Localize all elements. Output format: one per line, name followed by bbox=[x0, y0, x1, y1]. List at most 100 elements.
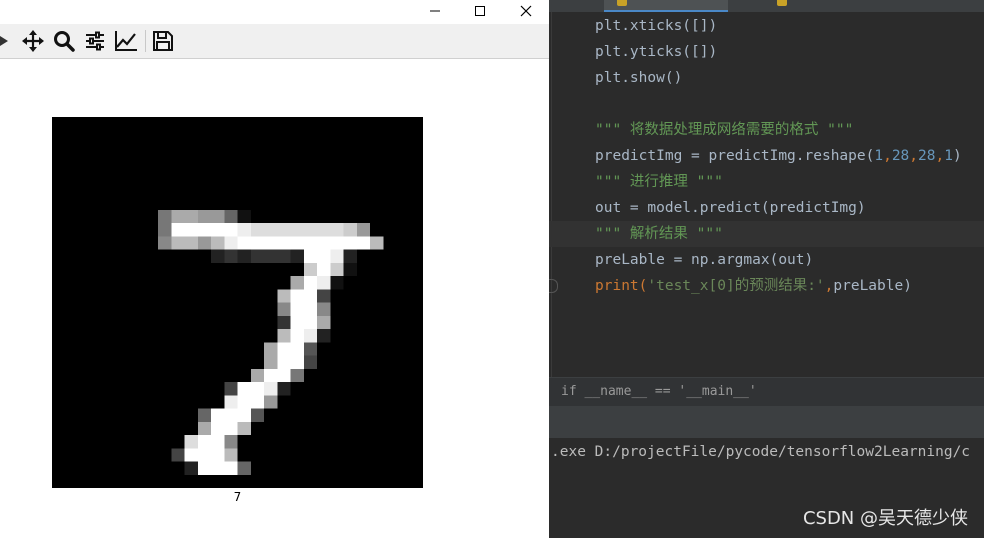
forward-button[interactable] bbox=[0, 27, 18, 55]
image-pixel bbox=[317, 302, 331, 316]
save-button[interactable] bbox=[149, 27, 177, 55]
code-line[interactable]: predictImg = predictImg.reshape(1,28,28,… bbox=[595, 143, 962, 169]
code-line[interactable]: plt.xticks([]) bbox=[595, 13, 717, 39]
editor-gutter bbox=[551, 12, 552, 377]
code-line[interactable]: plt.yticks([]) bbox=[595, 39, 717, 65]
code-token: 'test_x[0]的预测结果:' bbox=[647, 278, 825, 294]
maximize-icon bbox=[475, 6, 485, 16]
image-pixel bbox=[356, 223, 370, 237]
editor-tab-strip bbox=[549, 0, 984, 12]
image-pixel bbox=[277, 223, 291, 237]
code-token: plt.yticks([]) bbox=[595, 44, 718, 60]
breadcrumb[interactable]: if __name__ == '__main__' bbox=[549, 377, 984, 406]
code-token: """ 将数据处理成网络需要的格式 """ bbox=[595, 122, 854, 138]
image-pixel bbox=[237, 408, 251, 422]
configure-subplots-button[interactable] bbox=[81, 27, 109, 55]
image-pixel bbox=[290, 368, 304, 382]
image-pixel bbox=[264, 355, 278, 369]
maximize-button[interactable] bbox=[457, 0, 503, 22]
image-pixel bbox=[224, 209, 238, 223]
code-token: preLable) bbox=[833, 278, 912, 294]
image-pixel bbox=[290, 355, 304, 369]
image-pixel bbox=[237, 421, 251, 435]
image-pixel bbox=[277, 315, 291, 329]
image-pixel bbox=[277, 302, 291, 316]
image-pixel bbox=[250, 236, 264, 250]
close-button[interactable] bbox=[503, 0, 549, 22]
image-pixel bbox=[264, 395, 278, 409]
image-pixel bbox=[158, 223, 172, 237]
image-pixel bbox=[197, 236, 211, 250]
image-pixel bbox=[317, 262, 331, 276]
run-tool-window-header bbox=[549, 406, 984, 438]
image-pixel bbox=[303, 276, 317, 290]
toolbar-separator bbox=[145, 30, 146, 52]
image-pixel bbox=[330, 236, 344, 250]
python-file-icon bbox=[617, 0, 627, 6]
image-pixel bbox=[303, 223, 317, 237]
zoom-button[interactable] bbox=[50, 27, 78, 55]
image-pixel bbox=[303, 236, 317, 250]
code-token: preLable = np.argmax(out) bbox=[595, 252, 814, 268]
image-pixel bbox=[343, 236, 357, 250]
image-pixel bbox=[197, 461, 211, 475]
image-pixel bbox=[197, 209, 211, 223]
image-pixel bbox=[303, 262, 317, 276]
image-pixel bbox=[237, 395, 251, 409]
code-token: 28 bbox=[891, 148, 910, 164]
image-pixel bbox=[250, 408, 264, 422]
image-pixel bbox=[211, 448, 225, 462]
fold-marker-icon[interactable] bbox=[549, 279, 558, 293]
code-line[interactable]: """ 将数据处理成网络需要的格式 """ bbox=[595, 117, 853, 143]
image-pixel bbox=[290, 249, 304, 263]
image-pixel bbox=[290, 289, 304, 303]
minimize-icon bbox=[430, 10, 440, 12]
image-pixel bbox=[197, 448, 211, 462]
code-line[interactable]: preLable = np.argmax(out) bbox=[595, 247, 813, 273]
image-pixel bbox=[224, 382, 238, 396]
image-pixel bbox=[250, 382, 264, 396]
breadcrumb-text: if __name__ == '__main__' bbox=[561, 384, 757, 399]
zoom-icon bbox=[54, 31, 75, 52]
save-icon bbox=[153, 31, 173, 51]
image-pixel bbox=[317, 249, 331, 263]
code-line[interactable]: """ 解析结果 """ bbox=[595, 221, 723, 247]
code-line[interactable]: out = model.predict(predictImg) bbox=[595, 195, 866, 221]
code-token: """ 解析结果 """ bbox=[595, 226, 723, 242]
code-line[interactable]: print('test_x[0]的预测结果:',preLable) bbox=[595, 273, 912, 299]
image-pixel bbox=[264, 342, 278, 356]
code-token: , bbox=[909, 148, 919, 164]
image-pixel bbox=[197, 435, 211, 449]
code-line[interactable]: plt.show() bbox=[595, 65, 682, 91]
image-pixel bbox=[211, 461, 225, 475]
image-pixel bbox=[184, 236, 198, 250]
image-pixel bbox=[303, 342, 317, 356]
image-pixel bbox=[197, 408, 211, 422]
image-pixel bbox=[303, 315, 317, 329]
image-pixel bbox=[171, 448, 185, 462]
image-pixel bbox=[211, 223, 225, 237]
code-token: 1 bbox=[944, 148, 953, 164]
image-pixel bbox=[290, 342, 304, 356]
image-pixel bbox=[277, 236, 291, 250]
minimize-button[interactable] bbox=[412, 0, 458, 22]
image-pixel bbox=[370, 236, 384, 250]
pan-button[interactable] bbox=[19, 27, 47, 55]
image-pixel bbox=[211, 249, 225, 263]
code-line[interactable]: """ 进行推理 """ bbox=[595, 169, 723, 195]
image-pixel bbox=[211, 236, 225, 250]
forward-icon bbox=[0, 36, 8, 46]
image-pixel bbox=[290, 302, 304, 316]
image-pixel bbox=[264, 236, 278, 250]
image-pixel bbox=[224, 435, 238, 449]
edit-axes-button[interactable] bbox=[112, 27, 140, 55]
image-pixel bbox=[158, 209, 172, 223]
image-pixel bbox=[211, 421, 225, 435]
image-pixel bbox=[197, 223, 211, 237]
image-pixel bbox=[356, 236, 370, 250]
image-pixel bbox=[277, 289, 291, 303]
image-pixel bbox=[237, 249, 251, 263]
image-pixel bbox=[184, 435, 198, 449]
image-pixel bbox=[317, 223, 331, 237]
image-pixel bbox=[303, 302, 317, 316]
